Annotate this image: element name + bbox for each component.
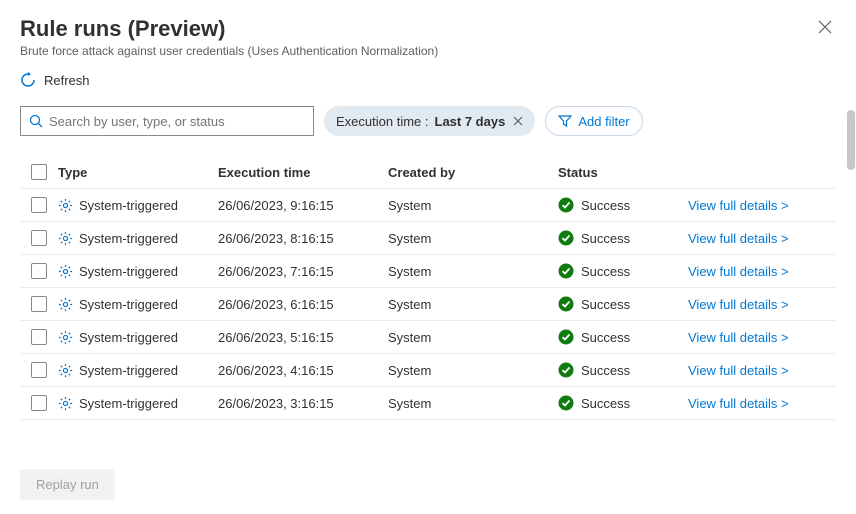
row-type: System-triggered	[79, 231, 178, 246]
refresh-label: Refresh	[44, 73, 90, 88]
table-row[interactable]: System-triggered 26/06/2023, 7:16:15Syste…	[20, 255, 836, 288]
view-details-link[interactable]: View full details >	[688, 297, 789, 312]
replay-run-button[interactable]: Replay run	[20, 469, 115, 500]
success-icon	[558, 329, 574, 345]
gear-icon	[58, 198, 73, 213]
row-checkbox[interactable]	[31, 230, 47, 246]
table-row[interactable]: System-triggered 26/06/2023, 6:16:15Syste…	[20, 288, 836, 321]
add-filter-label: Add filter	[578, 114, 629, 129]
row-checkbox[interactable]	[31, 197, 47, 213]
search-box[interactable]	[20, 106, 314, 136]
row-type: System-triggered	[79, 297, 178, 312]
row-type: System-triggered	[79, 396, 178, 411]
row-type: System-triggered	[79, 363, 178, 378]
table-row[interactable]: System-triggered 26/06/2023, 4:16:15Syste…	[20, 354, 836, 387]
add-filter-button[interactable]: Add filter	[545, 106, 642, 136]
view-details-link[interactable]: View full details >	[688, 396, 789, 411]
row-created-by: System	[388, 330, 558, 345]
row-time: 26/06/2023, 6:16:15	[218, 297, 388, 312]
success-icon	[558, 230, 574, 246]
runs-table: Type Execution time Created by Status Sy…	[20, 156, 836, 459]
gear-icon	[58, 330, 73, 345]
page-subtitle: Brute force attack against user credenti…	[20, 44, 438, 58]
row-status: Success	[581, 264, 630, 279]
view-details-link[interactable]: View full details >	[688, 231, 789, 246]
filter-time-value: Last 7 days	[435, 114, 506, 129]
filter-pill-time[interactable]: Execution time : Last 7 days	[324, 106, 535, 136]
success-icon	[558, 395, 574, 411]
row-created-by: System	[388, 198, 558, 213]
col-created-by[interactable]: Created by	[388, 165, 558, 180]
search-input[interactable]	[49, 114, 305, 129]
table-header: Type Execution time Created by Status	[20, 156, 836, 189]
close-button[interactable]	[814, 16, 836, 43]
row-time: 26/06/2023, 9:16:15	[218, 198, 388, 213]
row-checkbox[interactable]	[31, 263, 47, 279]
search-icon	[29, 114, 43, 128]
refresh-button[interactable]: Refresh	[20, 72, 836, 88]
row-status: Success	[581, 363, 630, 378]
view-details-link[interactable]: View full details >	[688, 264, 789, 279]
row-created-by: System	[388, 363, 558, 378]
gear-icon	[58, 363, 73, 378]
success-icon	[558, 362, 574, 378]
row-time: 26/06/2023, 8:16:15	[218, 231, 388, 246]
row-checkbox[interactable]	[31, 362, 47, 378]
row-time: 26/06/2023, 3:16:15	[218, 396, 388, 411]
row-checkbox[interactable]	[31, 296, 47, 312]
table-row[interactable]: System-triggered 26/06/2023, 5:16:15Syste…	[20, 321, 836, 354]
row-checkbox[interactable]	[31, 329, 47, 345]
row-status: Success	[581, 396, 630, 411]
row-checkbox[interactable]	[31, 395, 47, 411]
filter-remove-button[interactable]	[513, 114, 523, 129]
col-execution-time[interactable]: Execution time	[218, 165, 388, 180]
view-details-link[interactable]: View full details >	[688, 330, 789, 345]
row-status: Success	[581, 297, 630, 312]
row-type: System-triggered	[79, 330, 178, 345]
row-created-by: System	[388, 297, 558, 312]
row-status: Success	[581, 330, 630, 345]
close-icon	[818, 20, 832, 34]
gear-icon	[58, 264, 73, 279]
view-details-link[interactable]: View full details >	[688, 198, 789, 213]
view-details-link[interactable]: View full details >	[688, 363, 789, 378]
row-time: 26/06/2023, 7:16:15	[218, 264, 388, 279]
row-created-by: System	[388, 231, 558, 246]
filter-time-label: Execution time :	[336, 114, 429, 129]
success-icon	[558, 197, 574, 213]
gear-icon	[58, 297, 73, 312]
table-row[interactable]: System-triggered 26/06/2023, 3:16:15Syste…	[20, 387, 836, 420]
row-type: System-triggered	[79, 264, 178, 279]
row-type: System-triggered	[79, 198, 178, 213]
x-icon	[513, 116, 523, 126]
refresh-icon	[20, 72, 36, 88]
scrollbar[interactable]	[845, 110, 855, 420]
table-row[interactable]: System-triggered 26/06/2023, 9:16:15Syste…	[20, 189, 836, 222]
success-icon	[558, 296, 574, 312]
page-title: Rule runs (Preview)	[20, 16, 438, 42]
success-icon	[558, 263, 574, 279]
col-type[interactable]: Type	[58, 165, 218, 180]
row-status: Success	[581, 231, 630, 246]
gear-icon	[58, 231, 73, 246]
row-time: 26/06/2023, 4:16:15	[218, 363, 388, 378]
scroll-thumb[interactable]	[847, 110, 855, 170]
col-status[interactable]: Status	[558, 165, 688, 180]
row-time: 26/06/2023, 5:16:15	[218, 330, 388, 345]
filter-icon	[558, 114, 572, 128]
table-row[interactable]: System-triggered 26/06/2023, 8:16:15Syste…	[20, 222, 836, 255]
row-created-by: System	[388, 396, 558, 411]
row-created-by: System	[388, 264, 558, 279]
gear-icon	[58, 396, 73, 411]
select-all-checkbox[interactable]	[31, 164, 47, 180]
row-status: Success	[581, 198, 630, 213]
